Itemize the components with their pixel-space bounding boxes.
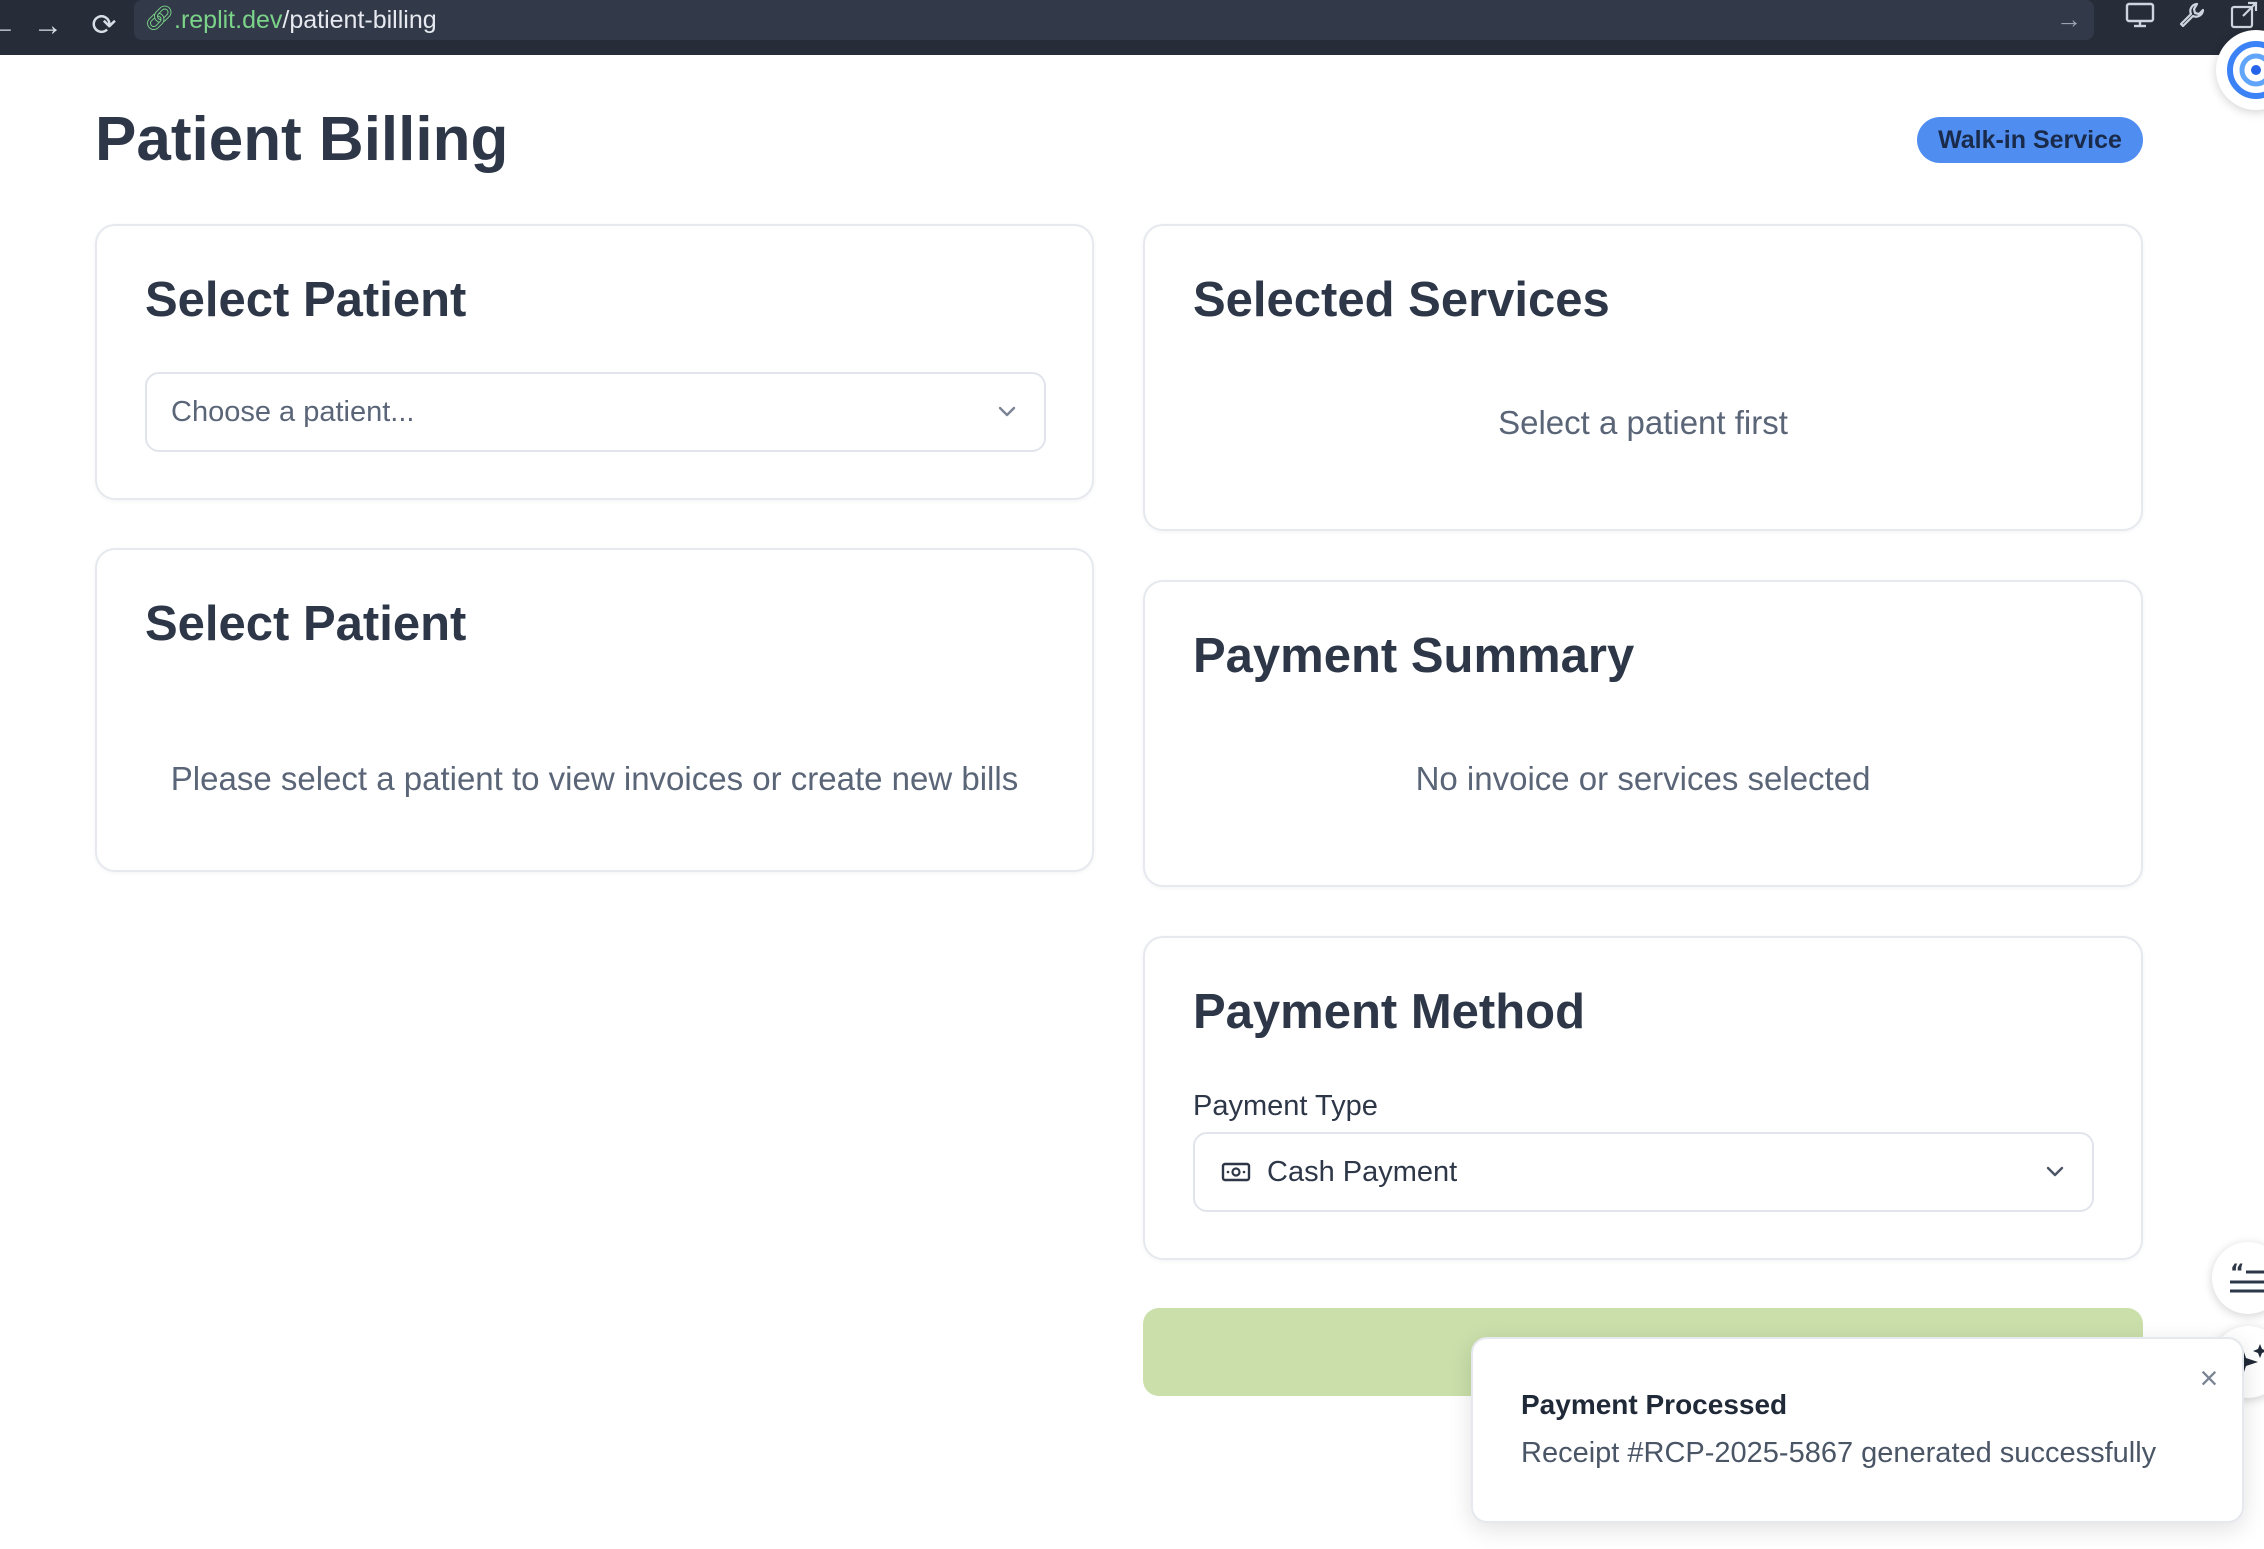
selected-services-card: Selected Services Select a patient first: [1143, 224, 2143, 531]
assistant-launcher[interactable]: [2216, 30, 2264, 110]
selected-services-title: Selected Services: [1193, 273, 1610, 327]
cash-icon: [1221, 1162, 1251, 1182]
url-path: /patient-billing: [282, 6, 437, 34]
browser-toolbar: ← → ⟳ 🔗︎ .replit.dev/patient-billing →: [0, 0, 2264, 55]
payment-type-dropdown[interactable]: Cash Payment: [1193, 1132, 2094, 1212]
patient-select-dropdown[interactable]: Choose a patient...: [145, 372, 1046, 452]
monitor-icon[interactable]: [2118, 0, 2162, 40]
back-arrow-icon[interactable]: ←: [0, 4, 24, 48]
services-empty-message: Select a patient first: [1498, 404, 1788, 441]
select-patient-title: Select Patient: [145, 273, 467, 327]
payment-type-value: Cash Payment: [1267, 1156, 1458, 1188]
toast-title: Payment Processed: [1521, 1389, 1788, 1420]
invoices-empty-message: Please select a patient to view invoices…: [170, 760, 1019, 797]
payment-processed-toast: Payment Processed Receipt #RCP-2025-5867…: [1471, 1337, 2244, 1523]
reload-icon[interactable]: ⟳: [82, 4, 126, 48]
url-host: .replit.dev: [174, 6, 283, 34]
forward-arrow-icon[interactable]: →: [26, 4, 70, 48]
payment-type-label: Payment Type: [1193, 1090, 1378, 1122]
chevron-down-icon: [998, 406, 1016, 417]
page-title: Patient Billing: [95, 105, 509, 174]
invoices-card: Select Patient Please select a patient t…: [95, 548, 1094, 872]
walk-in-service-badge: Walk-in Service: [1917, 117, 2143, 163]
toast-message: Receipt #RCP-2025-5867 generated success…: [1521, 1437, 2157, 1469]
payment-summary-title: Payment Summary: [1193, 629, 1635, 683]
url-text: .replit.dev/patient-billing: [174, 4, 437, 36]
patient-select-placeholder: Choose a patient...: [171, 396, 415, 428]
quote-list-icon: “: [2230, 1261, 2264, 1293]
go-arrow-icon[interactable]: →: [2056, 2, 2082, 36]
chevron-down-icon: [2046, 1166, 2064, 1177]
close-icon[interactable]: ×: [2194, 1362, 2224, 1394]
invoices-card-title: Select Patient: [145, 597, 467, 651]
summary-empty-message: No invoice or services selected: [1415, 760, 1871, 797]
payment-method-card: Payment Method Payment Type Cash Payment: [1143, 936, 2143, 1260]
link-icon: 🔗︎: [144, 5, 175, 32]
swirl-logo-icon: [2227, 41, 2264, 99]
wrench-icon[interactable]: [2170, 0, 2214, 40]
address-bar[interactable]: 🔗︎ .replit.dev/patient-billing →: [134, 0, 2094, 40]
payment-summary-card: Payment Summary No invoice or services s…: [1143, 580, 2143, 887]
notes-tool-button[interactable]: “: [2212, 1242, 2264, 1314]
payment-method-title: Payment Method: [1193, 985, 1586, 1039]
select-patient-card: Select Patient Choose a patient...: [95, 224, 1094, 500]
